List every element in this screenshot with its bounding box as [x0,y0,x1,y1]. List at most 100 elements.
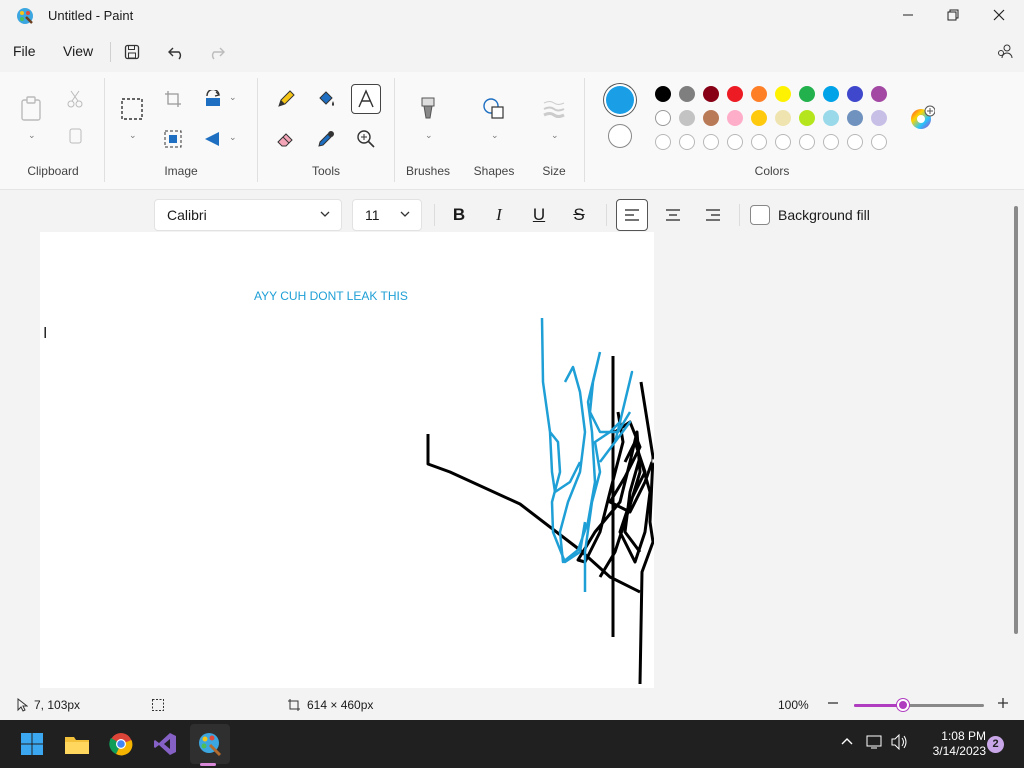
clock-time: 1:08 PM [941,729,986,743]
palette-empty-swatch[interactable] [703,134,719,150]
palette-color-swatch[interactable] [751,86,767,102]
undo-button[interactable] [164,40,190,64]
secondary-color-swatch[interactable] [608,124,632,148]
palette-empty-swatch[interactable] [871,134,887,150]
redo-button[interactable] [203,40,229,64]
size-button[interactable] [539,94,569,124]
vertical-scrollbar[interactable] [1014,206,1018,634]
select-button[interactable] [117,94,147,124]
palette-color-swatch[interactable] [799,86,815,102]
palette-color-swatch[interactable] [823,86,839,102]
palette-empty-swatch[interactable] [823,134,839,150]
paint-icon [199,733,222,757]
chevron-down-icon: ⌄ [28,130,36,140]
palette-color-swatch[interactable] [679,86,695,102]
taskbar-file-explorer[interactable] [61,728,93,760]
underline-icon: U [532,205,546,224]
palette-empty-swatch[interactable] [655,134,671,150]
palette-color-swatch[interactable] [727,86,743,102]
window-title: Untitled - Paint [48,8,134,23]
palette-empty-swatch[interactable] [727,134,743,150]
menu-view[interactable]: View [63,43,93,59]
cut-button[interactable] [60,84,90,114]
rotate-button[interactable] [198,84,228,114]
close-icon [993,9,1005,21]
palette-empty-swatch[interactable] [847,134,863,150]
brushes-button[interactable] [413,94,443,124]
pencil-tool[interactable] [271,84,301,114]
volume-icon[interactable] [891,733,909,753]
palette-color-swatch[interactable] [655,110,671,126]
italic-button[interactable]: I [483,199,515,231]
bold-button[interactable]: B [443,199,475,231]
notification-badge[interactable]: 2 [987,736,1004,753]
taskbar-paint[interactable] [194,728,226,760]
fill-tool[interactable] [311,84,341,114]
shapes-button[interactable] [479,94,509,124]
zoom-in-button[interactable] [996,696,1010,710]
palette-color-swatch[interactable] [775,110,791,126]
zoom-slider-thumb[interactable] [897,699,910,711]
background-fill-checkbox[interactable] [750,205,770,225]
drawing-canvas[interactable]: AYY CUH DONT LEAK THIS [40,232,654,688]
palette-empty-swatch[interactable] [751,134,767,150]
network-icon[interactable] [866,734,884,753]
zoom-slider[interactable] [854,699,984,711]
palette-color-swatch[interactable] [703,86,719,102]
strikethrough-icon: S [573,205,585,224]
align-center-button[interactable] [657,199,689,231]
chrome-icon [109,733,133,756]
font-size-dropdown[interactable]: 11 [352,199,422,231]
palette-color-swatch[interactable] [751,110,767,126]
palette-empty-swatch[interactable] [679,134,695,150]
taskbar-visual-studio[interactable] [149,728,181,760]
start-button[interactable] [16,728,48,760]
palette-color-swatch[interactable] [775,86,791,102]
palette-color-swatch[interactable] [871,110,887,126]
minimize-button[interactable] [885,0,931,30]
restore-button[interactable] [930,0,976,30]
title-bar: Untitled - Paint [0,0,1024,32]
zoom-level: 100% [778,698,809,712]
color-picker-tool[interactable] [311,124,341,154]
i-beam-cursor-icon: I [43,325,48,342]
paste-button[interactable] [16,94,46,124]
palette-color-swatch[interactable] [871,86,887,102]
close-window-button[interactable] [976,0,1022,30]
palette-empty-swatch[interactable] [799,134,815,150]
palette-color-swatch[interactable] [655,86,671,102]
palette-color-swatch[interactable] [847,110,863,126]
account-button[interactable] [992,40,1018,64]
align-right-button[interactable] [697,199,729,231]
palette-color-swatch[interactable] [847,86,863,102]
underline-button[interactable]: U [523,199,555,231]
size-group-label: Size [542,164,566,178]
align-left-button[interactable] [616,199,648,231]
palette-empty-swatch[interactable] [775,134,791,150]
zoom-out-button[interactable] [826,696,840,710]
menu-file[interactable]: File [13,43,36,59]
strikethrough-button[interactable]: S [563,199,595,231]
save-button[interactable] [119,40,145,64]
shapes-group-label: Shapes [473,164,515,178]
flip-button[interactable] [198,124,228,154]
resize-button[interactable] [158,124,188,154]
edit-colors-button[interactable] [907,103,937,133]
magnifier-tool[interactable] [351,124,381,154]
taskbar-chrome[interactable] [105,728,137,760]
palette-color-swatch[interactable] [727,110,743,126]
text-tool[interactable] [351,84,381,114]
chevron-down-icon [400,211,410,217]
eraser-tool[interactable] [271,124,301,154]
font-family-dropdown[interactable]: Calibri [154,199,342,231]
palette-color-swatch[interactable] [703,110,719,126]
crop-button[interactable] [158,84,188,114]
palette-color-swatch[interactable] [799,110,815,126]
taskbar-running-indicator [200,763,216,766]
palette-color-swatch[interactable] [823,110,839,126]
palette-color-swatch[interactable] [679,110,695,126]
tray-overflow-chevron-icon[interactable] [840,734,854,751]
system-clock[interactable]: 1:08 PM 3/14/2023 [918,729,986,759]
copy-button[interactable] [60,122,90,152]
primary-color-swatch[interactable] [606,86,634,114]
